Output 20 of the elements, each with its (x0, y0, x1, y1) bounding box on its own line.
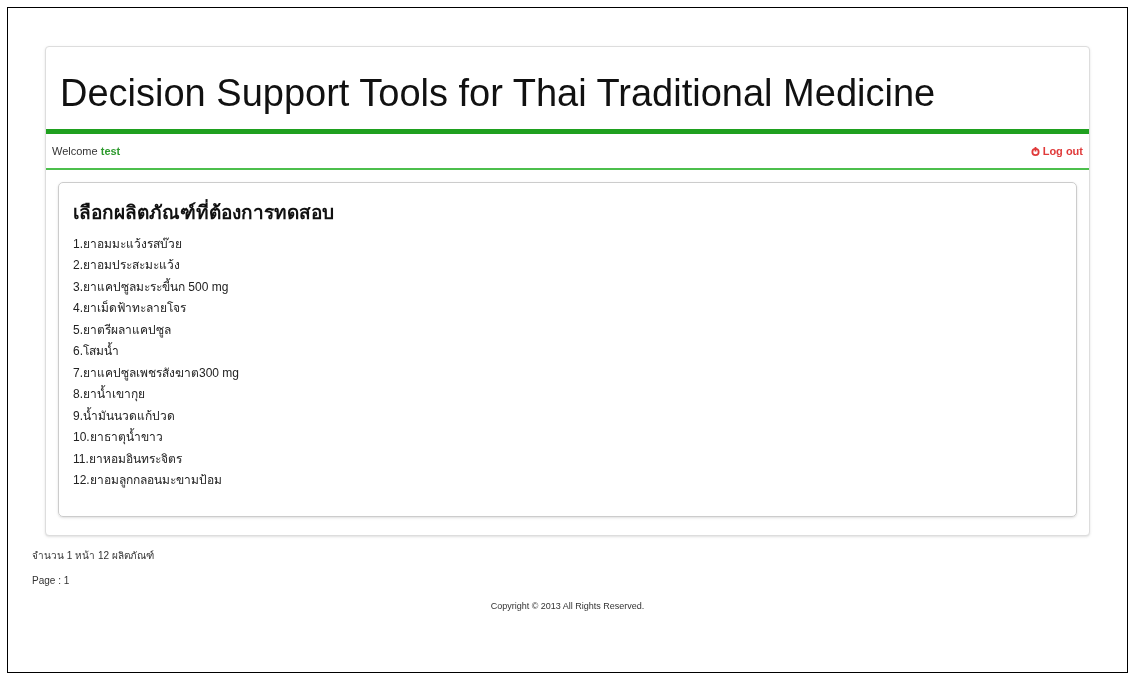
logout-link[interactable]: Log out (1030, 142, 1083, 160)
power-icon (1030, 146, 1040, 156)
product-link[interactable]: 9.น้ำมันนวดแก้ปวด (73, 405, 1062, 427)
product-link[interactable]: 5.ยาตรีผลาแคปซูล (73, 319, 1062, 341)
panel-heading: เลือกผลิตภัณฑ์ที่ต้องการทดสอบ (73, 199, 1062, 228)
page-indicator: Page : 1 (32, 573, 71, 588)
product-link[interactable]: 8.ยาน้ำเขากุย (73, 384, 1062, 406)
product-link[interactable]: 2.ยาอมประสะมะแว้ง (73, 255, 1062, 277)
product-link[interactable]: 7.ยาแคปซูลเพชรสังฆาต300 mg (73, 362, 1062, 384)
product-link[interactable]: 12.ยาอมลูกกลอนมะขามป้อม (73, 470, 1062, 492)
site-title: Decision Support Tools for Thai Traditional Medicine (59, 71, 937, 116)
product-link[interactable]: 10.ยาธาตุน้ำขาว (73, 427, 1062, 449)
product-link[interactable]: 1.ยาอมมะแว้งรสบ๊วย (73, 233, 1062, 255)
product-link[interactable]: 6.โสมน้ำ (73, 341, 1062, 363)
copyright-text: Copyright © 2013 All Rights Reserved. (489, 599, 646, 613)
product-link[interactable]: 11.ยาหอมอินทระจิตร (73, 448, 1062, 470)
product-link[interactable]: 3.ยาแคปซูลมะระขี้นก 500 mg (73, 276, 1062, 298)
product-link[interactable]: 4.ยาเม็ดฟ้าทะลายโจร (73, 298, 1062, 320)
product-count: จำนวน 1 หน้า 12 ผลิตภัณฑ์ (32, 548, 155, 563)
welcome-text: Welcome test (52, 143, 121, 159)
